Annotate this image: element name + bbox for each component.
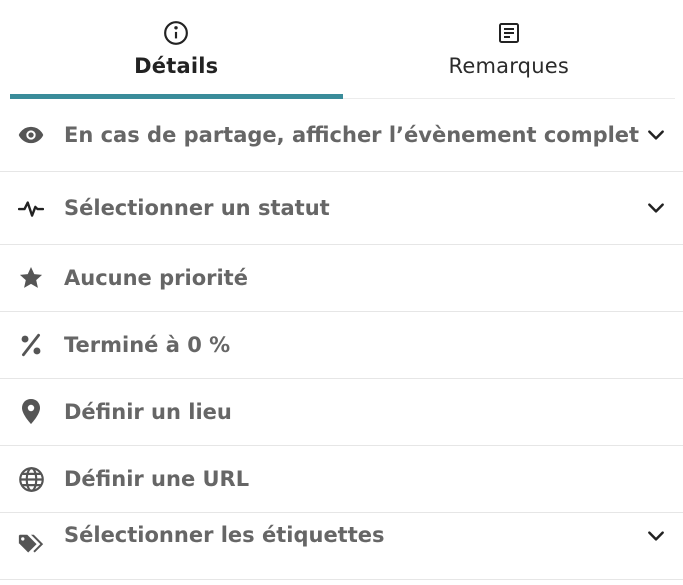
tags-label: Sélectionner les étiquettes	[64, 523, 385, 547]
globe-icon	[17, 465, 45, 493]
location-label: Définir un lieu	[64, 400, 232, 424]
url-row[interactable]: Définir une URL	[0, 446, 683, 513]
status-label: Sélectionner un statut	[64, 196, 330, 220]
eye-icon	[17, 121, 45, 149]
priority-row[interactable]: Aucune priorité	[0, 245, 683, 312]
visibility-label: En cas de partage, afficher l’évènement …	[64, 123, 640, 147]
tab-details[interactable]: Détails	[10, 0, 343, 99]
location-row[interactable]: Définir un lieu	[0, 379, 683, 446]
tags-icon	[17, 531, 45, 559]
chevron-down-icon[interactable]	[645, 197, 667, 219]
tab-remarques-label: Remarques	[448, 54, 569, 78]
tags-dropdown[interactable]: Sélectionner les étiquettes	[0, 513, 683, 580]
tab-bar: Détails Remarques	[10, 0, 675, 99]
tab-remarques[interactable]: Remarques	[343, 0, 676, 98]
visibility-dropdown[interactable]: En cas de partage, afficher l’évènement …	[0, 99, 683, 172]
status-dropdown[interactable]: Sélectionner un statut	[0, 172, 683, 245]
completion-row[interactable]: Terminé à 0 %	[0, 312, 683, 379]
star-icon	[17, 264, 45, 292]
pulse-icon	[17, 194, 45, 222]
tab-details-label: Détails	[134, 54, 219, 78]
chevron-down-icon[interactable]	[645, 124, 667, 146]
percent-icon	[17, 331, 45, 359]
url-label: Définir une URL	[64, 467, 250, 491]
completion-label: Terminé à 0 %	[64, 333, 231, 357]
chevron-down-icon[interactable]	[645, 525, 667, 547]
priority-label: Aucune priorité	[64, 266, 248, 290]
details-list: En cas de partage, afficher l’évènement …	[0, 99, 683, 580]
info-circle-icon	[163, 20, 189, 46]
notes-icon	[496, 20, 522, 46]
map-pin-icon	[17, 398, 45, 426]
